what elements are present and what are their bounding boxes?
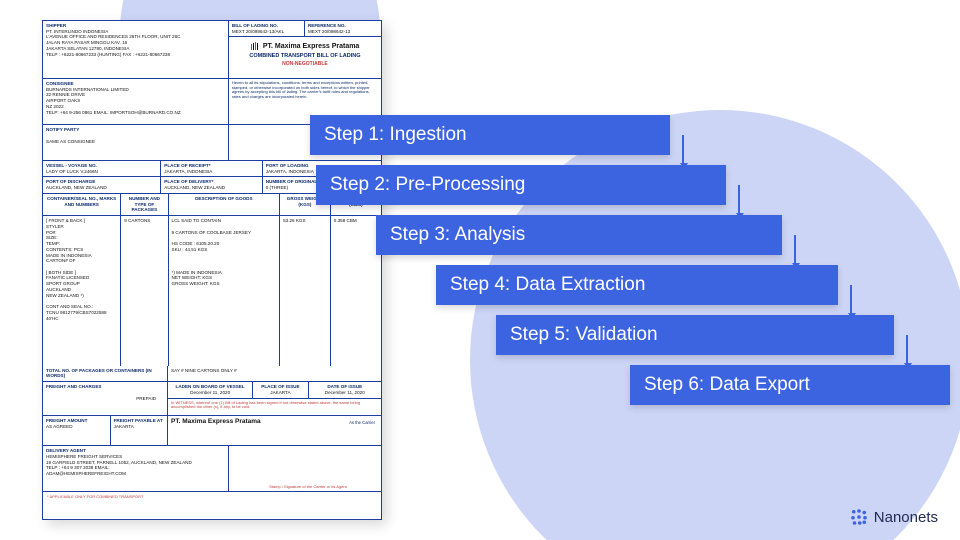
receipt-value: JAKARTA, INDONESIA bbox=[164, 169, 258, 175]
stamp-label: Stamp / Signature of the Carrier or its … bbox=[232, 484, 384, 489]
bol-value: MEXT 20/098642-13/AKL bbox=[232, 29, 301, 35]
step-1: Step 1: Ingestion bbox=[310, 115, 670, 155]
footnote: * APPLICABLE ONLY FOR COMBINED TRANSPORT bbox=[43, 492, 381, 501]
total-value: SAY # NINE CARTONS ONLY # bbox=[168, 366, 381, 381]
th-desc: DESCRIPTION OF GOODS bbox=[168, 194, 280, 216]
date-issue-value: December 11, 2020 bbox=[312, 390, 378, 396]
step-5: Step 5: Validation bbox=[496, 315, 894, 355]
step-3: Step 3: Analysis bbox=[376, 215, 782, 255]
witness-text: In WITNESS, whereof one (1) Bill of Ladi… bbox=[168, 399, 381, 412]
desc-value: LCL SAID TO CONTAIN 9 CARTONS OF COOLBAS… bbox=[168, 216, 280, 366]
freight-charges-value: PREPAID bbox=[46, 396, 164, 402]
step-6: Step 6: Data Export bbox=[630, 365, 950, 405]
as-carrier-label: As the Carrier bbox=[349, 420, 375, 425]
notify-header: NOTIFY PARTY bbox=[46, 127, 225, 133]
gw-value: 53.26 KGS bbox=[280, 216, 331, 366]
step-2: Step 2: Pre-Processing bbox=[316, 165, 726, 205]
meas-value: 0.358 CBM bbox=[330, 216, 381, 366]
pod-value: AUCKLAND, NEW ZEALAND bbox=[46, 185, 157, 191]
total-header: TOTAL NO. OF PACKAGES OR CONTAINERS (IN … bbox=[46, 368, 164, 379]
laden-value: December 11, 2020 bbox=[171, 390, 249, 396]
consignee-value: BURNARDS INTERNATIONAL LIMITED 32 RENNIE… bbox=[46, 87, 225, 116]
ref-value: MEXT 20/098642-13 bbox=[308, 29, 378, 35]
payable-header: FREIGHT PAYABLE AT bbox=[114, 418, 164, 424]
place-issue-value: JAKARTA bbox=[256, 390, 304, 396]
bill-of-lading-document: SHIPPER PT. INTERLINDO INDONESIA L'AVENU… bbox=[42, 20, 382, 520]
notify-value: SAME AS CONSIGNEE bbox=[46, 139, 225, 145]
freight-charges-header: FREIGHT AND CHARGES bbox=[46, 384, 164, 390]
carrier-logo-icon bbox=[251, 42, 259, 52]
signature-company: PT. Maxima Express Pratama bbox=[171, 418, 261, 425]
place-issue-header: PLACE OF ISSUE bbox=[256, 384, 304, 390]
carrier-name: PT. Maxima Express Pratama bbox=[263, 44, 360, 51]
laden-header: LADEN ON BOARD OF VESSEL bbox=[171, 384, 249, 390]
marks-value: [ FRONT & BACK ] STYLE#: PO#: SIZE: TEMP… bbox=[43, 216, 121, 366]
shipper-value: PT. INTERLINDO INDONESIA L'AVENUE OFFICE… bbox=[46, 29, 225, 58]
th-pkgs: NUMBER AND TYPE OF PACKAGES bbox=[121, 194, 168, 216]
goods-table: CONTAINER/SEAL NO., MARKS AND NUMBERS NU… bbox=[43, 194, 381, 366]
nanonets-icon bbox=[850, 508, 868, 526]
delivery-value: AUCKLAND, NEW ZEALAND bbox=[164, 185, 258, 191]
brand-text: Nanonets bbox=[874, 509, 938, 526]
payable-value: JAKARTA bbox=[114, 424, 164, 430]
freight-amt-value: AS AGREED bbox=[46, 424, 107, 430]
non-negotiable-label: NON-NEGOTIABLE bbox=[233, 61, 377, 67]
doc-title: COMBINED TRANSPORT BILL OF LADING bbox=[233, 53, 377, 60]
vessel-value: LADY OF LUCK V.2466N bbox=[46, 169, 157, 175]
delivery-agent-value: HEMISPHERE FREIGHT SERVICES 19 GARFIELD … bbox=[46, 454, 225, 477]
pkgs-value: 9 CARTONS bbox=[121, 216, 168, 366]
brand-logo: Nanonets bbox=[850, 508, 938, 526]
step-4: Step 4: Data Extraction bbox=[436, 265, 838, 305]
th-marks: CONTAINER/SEAL NO., MARKS AND NUMBERS bbox=[43, 194, 121, 216]
